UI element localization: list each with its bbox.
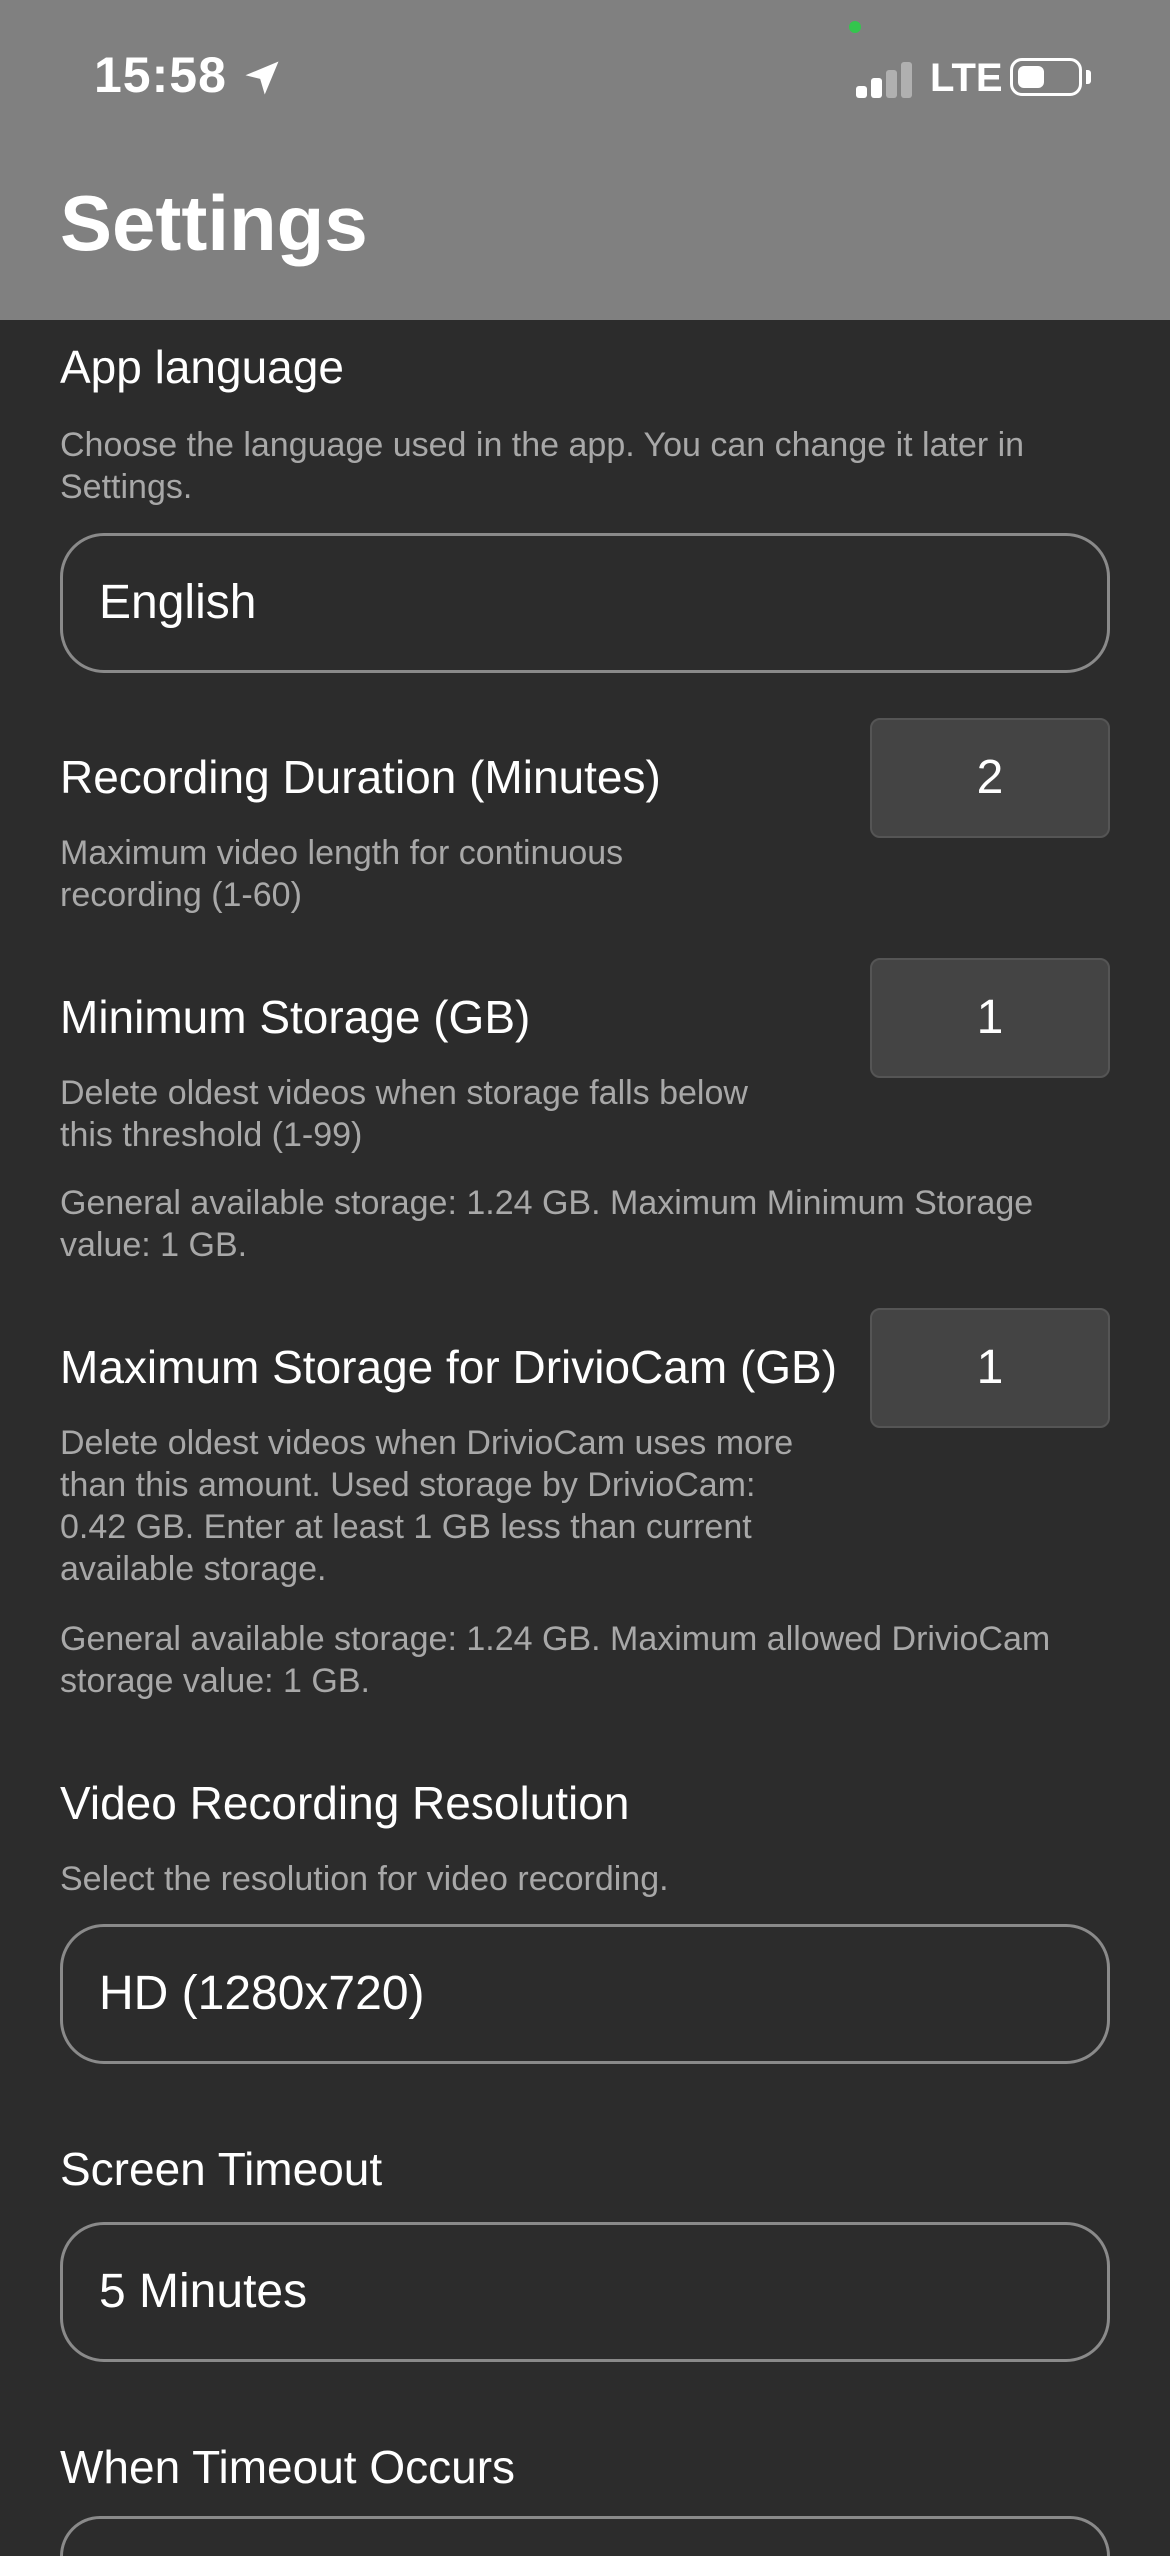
maximum-storage-description: Delete oldest videos when DrivioCam uses…: [60, 1424, 794, 1588]
network-type: LTE: [930, 56, 1003, 100]
battery-icon: [1010, 58, 1082, 96]
maximum-storage-label: Maximum Storage for DrivioCam (GB): [60, 1341, 838, 1393]
location-arrow-icon: [245, 61, 279, 95]
timeout-action-label: When Timeout Occurs: [60, 2441, 516, 2493]
navigation-header: 15:58 LTE Settings: [0, 0, 1170, 320]
maximum-storage-info: General available storage: 1.24 GB. Maxi…: [60, 1620, 1051, 1700]
app-language-label: App language: [60, 341, 344, 393]
cellular-signal-icon: [856, 60, 916, 98]
battery-tip: [1086, 70, 1091, 84]
page-title: Settings: [60, 179, 368, 267]
timeout-action-select[interactable]: [60, 2516, 1110, 2556]
screen-timeout-label: Screen Timeout: [60, 2143, 383, 2195]
maximum-storage-input[interactable]: 1: [870, 1308, 1110, 1428]
minimum-storage-input[interactable]: 1: [870, 958, 1110, 1078]
app-language-description: Choose the language used in the app. You…: [60, 426, 1025, 506]
privacy-indicator-icon: [849, 21, 861, 33]
video-resolution-select[interactable]: HD (1280x720): [60, 1924, 1110, 2064]
app-language-select[interactable]: English: [60, 533, 1110, 673]
minimum-storage-description: Delete oldest videos when storage falls …: [60, 1074, 748, 1154]
screen-timeout-select[interactable]: 5 Minutes: [60, 2222, 1110, 2362]
minimum-storage-info: General available storage: 1.24 GB. Maxi…: [60, 1184, 1034, 1264]
recording-duration-label: Recording Duration (Minutes): [60, 751, 661, 803]
video-resolution-label: Video Recording Resolution: [60, 1777, 630, 1829]
status-time: 15:58: [94, 47, 227, 103]
recording-duration-input[interactable]: 2: [870, 718, 1110, 838]
minimum-storage-label: Minimum Storage (GB): [60, 991, 531, 1043]
video-resolution-description: Select the resolution for video recordin…: [60, 1860, 669, 1898]
recording-duration-description: Maximum video length for continuous reco…: [60, 834, 624, 914]
